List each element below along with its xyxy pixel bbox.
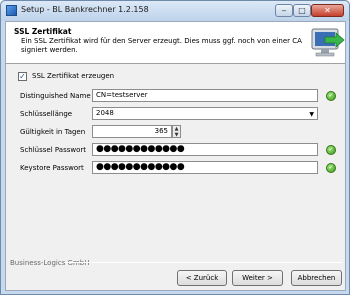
page-description: Ein SSL Zertifikat wird für den Server e…: [21, 37, 302, 54]
cancel-button[interactable]: Abbrechen: [291, 270, 342, 286]
dn-input[interactable]: CN=testserver: [92, 89, 318, 102]
keylength-row: Schlüssellänge 2048 ▼: [6, 107, 345, 121]
dn-label: Distinguished Name: [20, 92, 91, 100]
validity-label: Gültigkeit in Tagen: [20, 128, 86, 136]
title-bar[interactable]: Setup - BL Bankrechner 1.2.158 ‒ □ ✕: [1, 1, 349, 21]
keylength-label: Schlüssellänge: [20, 110, 73, 118]
app-icon: [6, 5, 17, 16]
wizard-client-area: SSL Zertifikat Ein SSL Zertifikat wird f…: [5, 21, 346, 291]
next-button[interactable]: Weiter >: [232, 270, 283, 286]
wizard-header: SSL Zertifikat Ein SSL Zertifikat wird f…: [6, 22, 345, 64]
keystorepassword-label: Keystore Passwort: [20, 164, 84, 172]
maximize-button[interactable]: □: [293, 4, 311, 17]
chevron-down-icon[interactable]: ▼: [309, 109, 314, 119]
minimize-button[interactable]: ‒: [275, 4, 293, 17]
keypassword-valid-icon: ✓: [326, 145, 336, 155]
keystorepassword-valid-icon: ✓: [326, 163, 336, 173]
back-button[interactable]: < Zurück: [177, 270, 227, 286]
keypassword-row: Schlüssel Passwort ●●●●●●●●●●●● ✓: [6, 143, 345, 157]
footer-divider: [64, 262, 342, 263]
computer-install-icon: [311, 28, 345, 57]
setup-window: Setup - BL Bankrechner 1.2.158 ‒ □ ✕ SSL…: [0, 0, 350, 295]
keystorepassword-input[interactable]: ●●●●●●●●●●●●: [92, 161, 318, 174]
spin-down-icon[interactable]: ▼: [173, 132, 180, 138]
keylength-select[interactable]: 2048 ▼: [92, 107, 318, 120]
keylength-value: 2048: [96, 109, 114, 117]
ssl-checkbox[interactable]: ✓: [18, 72, 27, 81]
keystorepassword-row: Keystore Passwort ●●●●●●●●●●●● ✓: [6, 161, 345, 175]
dn-row: Distinguished Name CN=testserver ✓: [6, 89, 345, 103]
validity-spinner[interactable]: ▲ ▼: [172, 125, 181, 138]
validity-input[interactable]: 365: [92, 125, 172, 138]
close-button[interactable]: ✕: [311, 4, 344, 17]
window-title: Setup - BL Bankrechner 1.2.158: [21, 5, 149, 14]
validity-row: Gültigkeit in Tagen 365 ▲ ▼: [6, 125, 345, 139]
page-title: SSL Zertifikat: [14, 27, 72, 36]
dn-valid-icon: ✓: [326, 91, 336, 101]
ssl-checkbox-label[interactable]: SSL Zertifikat erzeugen: [32, 72, 114, 80]
keypassword-input[interactable]: ●●●●●●●●●●●●: [92, 143, 318, 156]
keypassword-label: Schlüssel Passwort: [20, 146, 87, 154]
brand-label: Business-Logics GmbH: [10, 259, 90, 267]
